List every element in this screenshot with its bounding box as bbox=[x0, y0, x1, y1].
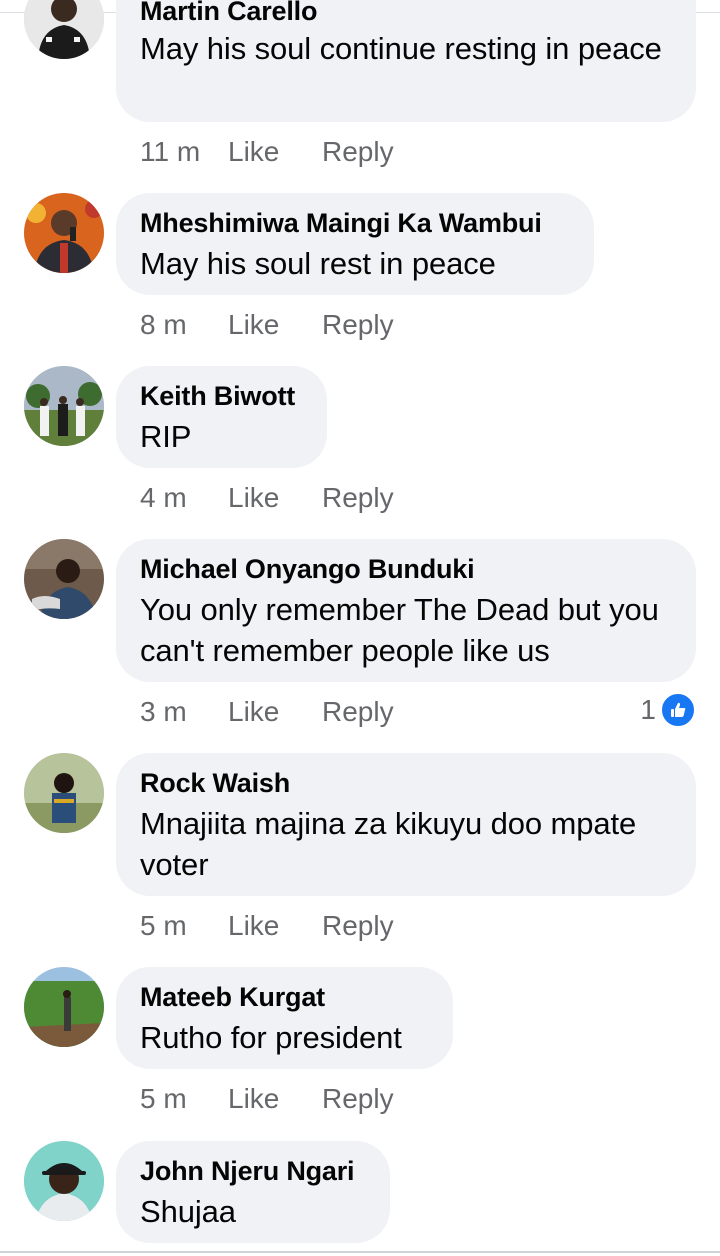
like-button[interactable]: Like bbox=[228, 482, 322, 514]
like-button[interactable]: Like bbox=[228, 309, 322, 341]
avatar[interactable] bbox=[24, 539, 104, 619]
comment-author[interactable]: Michael Onyango Bunduki bbox=[140, 554, 475, 585]
comment-text: Shujaa bbox=[140, 1194, 236, 1229]
avatar[interactable] bbox=[24, 0, 104, 59]
comment-text: RIP bbox=[140, 419, 192, 454]
comment-bubble: Rock Waish Mnajiita majina za kikuyu doo… bbox=[116, 753, 696, 896]
comment-timestamp[interactable]: 8 m bbox=[140, 309, 228, 341]
reaction-count: 1 bbox=[640, 694, 656, 725]
reply-button[interactable]: Reply bbox=[322, 1083, 394, 1115]
comment-actions: 11 m Like Reply bbox=[140, 134, 394, 170]
comment-bubble: Mateeb Kurgat Rutho for president bbox=[116, 967, 453, 1069]
comment-author[interactable]: Rock Waish bbox=[140, 768, 290, 799]
comment-bubble: John Njeru Ngari Shujaa bbox=[116, 1141, 390, 1243]
comment-timestamp[interactable]: 5 m bbox=[140, 910, 228, 942]
like-button[interactable]: Like bbox=[228, 910, 322, 942]
comment-author[interactable]: Martin Carello bbox=[140, 0, 317, 27]
reply-button[interactable]: Reply bbox=[322, 696, 394, 728]
avatar[interactable] bbox=[24, 753, 104, 833]
avatar[interactable] bbox=[24, 366, 104, 446]
comment-bubble: Michael Onyango Bunduki You only remembe… bbox=[116, 539, 696, 682]
comment-actions: 5 m Like Reply bbox=[140, 908, 394, 944]
comment-text: Mnajiita majina za kikuyu doo mpate vote… bbox=[140, 806, 637, 882]
reply-button[interactable]: Reply bbox=[322, 482, 394, 514]
reply-button[interactable]: Reply bbox=[322, 136, 394, 168]
comment-bubble: Keith Biwott RIP bbox=[116, 366, 327, 468]
bottom-divider bbox=[0, 1251, 720, 1253]
comment-text: You only remember The Dead but you can't… bbox=[140, 592, 659, 668]
reply-button[interactable]: Reply bbox=[322, 309, 394, 341]
comment-timestamp[interactable]: 5 m bbox=[140, 1083, 228, 1115]
like-button[interactable]: Like bbox=[228, 696, 322, 728]
reply-button[interactable]: Reply bbox=[322, 910, 394, 942]
comment-timestamp[interactable]: 11 m bbox=[140, 136, 228, 168]
like-button[interactable]: Like bbox=[228, 136, 322, 168]
thumbs-up-icon bbox=[660, 692, 696, 728]
comment-text: May his soul continue resting in peace bbox=[140, 31, 662, 66]
comment-bubble: Mheshimiwa Maingi Ka Wambui May his soul… bbox=[116, 193, 594, 295]
avatar[interactable] bbox=[24, 193, 104, 273]
comment-timestamp[interactable]: 4 m bbox=[140, 482, 228, 514]
comment-author[interactable]: Mheshimiwa Maingi Ka Wambui bbox=[140, 208, 542, 239]
comment-text: Rutho for president bbox=[140, 1020, 402, 1055]
comment-bubble: Martin Carello May his soul continue res… bbox=[116, 0, 696, 122]
comment-author[interactable]: John Njeru Ngari bbox=[140, 1156, 355, 1187]
avatar[interactable] bbox=[24, 967, 104, 1047]
comment-actions: 3 m Like Reply bbox=[140, 694, 394, 730]
comment-author[interactable]: Mateeb Kurgat bbox=[140, 982, 325, 1013]
like-button[interactable]: Like bbox=[228, 1083, 322, 1115]
comment-actions: 8 m Like Reply bbox=[140, 307, 394, 343]
avatar[interactable] bbox=[24, 1141, 104, 1221]
comment-author[interactable]: Keith Biwott bbox=[140, 381, 295, 412]
comment-timestamp[interactable]: 3 m bbox=[140, 696, 228, 728]
reaction-summary[interactable]: 1 bbox=[640, 692, 696, 728]
comment-text: May his soul rest in peace bbox=[140, 246, 496, 281]
comment-actions: 4 m Like Reply bbox=[140, 480, 394, 516]
comment-actions: 5 m Like Reply bbox=[140, 1081, 394, 1117]
